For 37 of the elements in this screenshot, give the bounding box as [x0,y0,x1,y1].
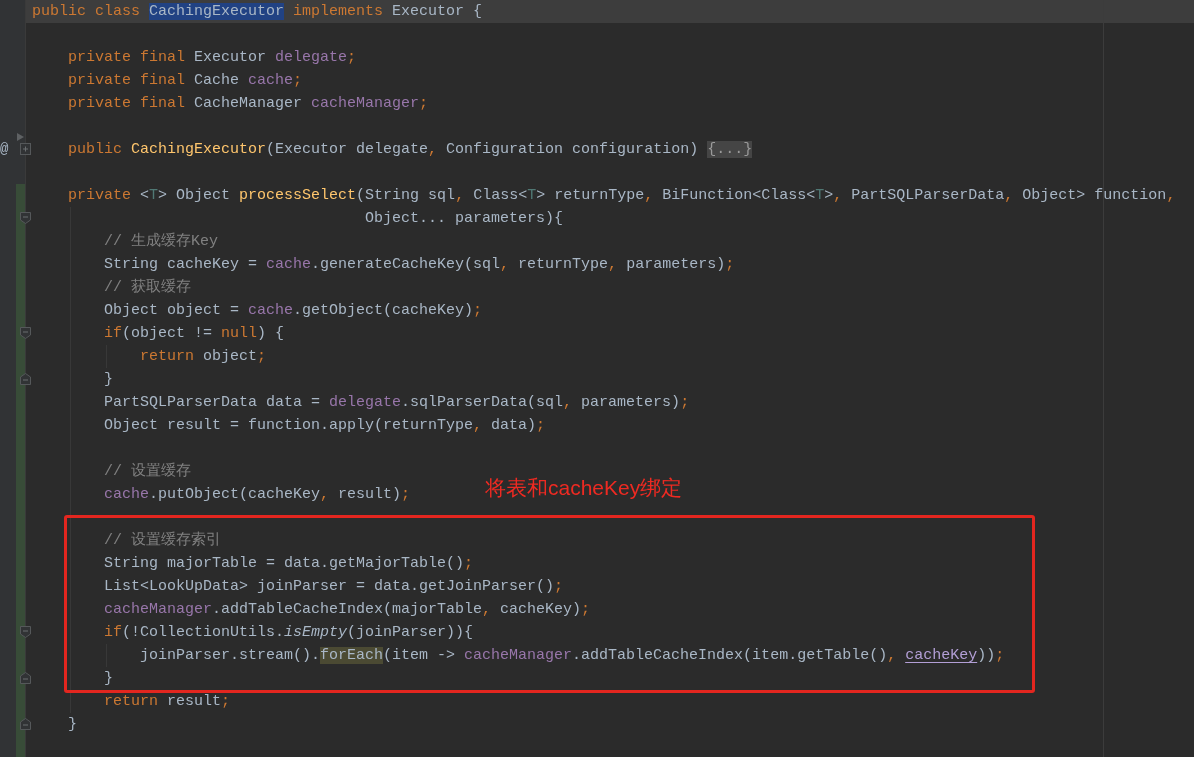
code-line: // 设置缓存索引 [104,530,221,551]
expand-plus-icon[interactable] [20,143,31,155]
code-line: cacheManager.addTableCacheIndex(majorTable, cacheKey); [104,600,591,620]
code-line: private final Cache cache; [68,71,303,91]
code-line: Object object = cache.getObject(cacheKey); [104,301,483,321]
code-line: public CachingExecutor(Executor delegate, Configuration configuration) {...} [68,140,753,160]
code-line: Object result = function.apply(returnType, data); [104,416,546,436]
code-line: // 获取缓存 [104,277,191,298]
code-line: } [68,715,77,735]
code-line: // 生成缓存Key [104,231,218,252]
fold-end-icon[interactable] [20,672,31,684]
code-line: List<LookUpData> joinParser = data.getJoinParser(); [104,577,564,597]
code-line: PartSQLParserData data = delegate.sqlParserData(sql, parameters); [104,393,690,413]
code-line: return result; [104,692,231,712]
fold-end-icon[interactable] [20,373,31,385]
code-line: private final CacheManager cacheManager; [68,94,429,114]
code-line: } [104,669,113,689]
gutter-marker: @ [0,140,9,159]
fold-marker-icon[interactable] [20,626,31,638]
fold-marker-icon[interactable] [20,212,31,224]
code-line: // 设置缓存 [104,461,191,482]
fold-marker-icon[interactable] [20,327,31,339]
code-line: Object... parameters){ [365,209,564,229]
code-line: String cacheKey = cache.generateCacheKey(sql, returnType, parameters); [104,255,735,275]
triangle-icon[interactable] [17,133,24,141]
code-line: return object; [140,347,267,367]
code-line: if(object != null) { [104,324,285,344]
code-line: private final Executor delegate; [68,48,357,68]
code-line: cache.putObject(cacheKey, result); [104,485,411,505]
annotation-label: 将表和cacheKey绑定 [485,475,683,501]
code-line: private <T> Object processSelect(String sql, Class<T> returnType, BiFunction<Class<T>, PartSQLParserData, Object> function, [68,186,1176,206]
code-line: joinParser.stream().forEach(item -> cacheManager.addTableCacheIndex(item.getTable(), cacheKey)); [140,646,1005,666]
code-line: } [104,370,113,390]
fold-end-icon[interactable] [20,718,31,730]
code-line: public class CachingExecutor implements Executor { [32,2,483,22]
code-line: String majorTable = data.getMajorTable(); [104,554,474,574]
code-line: if(!CollectionUtils.isEmpty(joinParser)){ [104,623,474,643]
